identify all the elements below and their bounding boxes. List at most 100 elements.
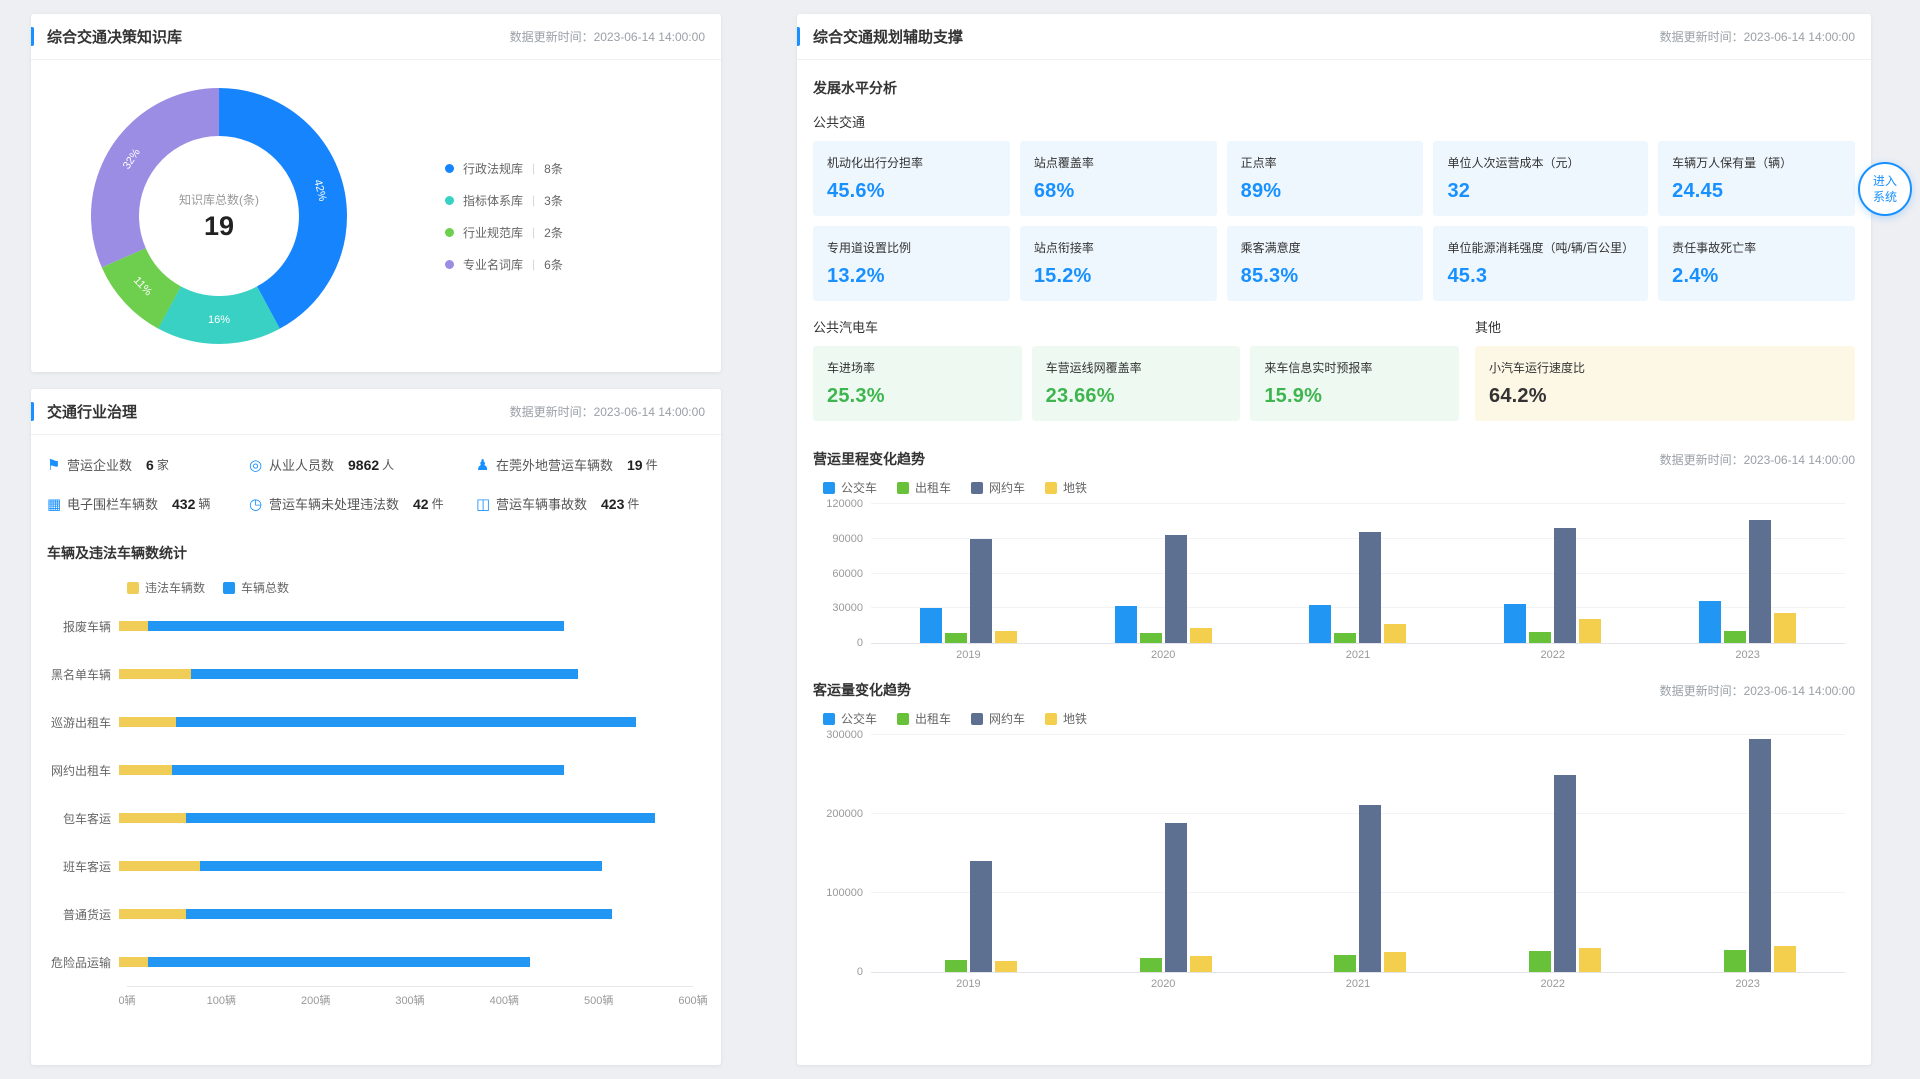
bar-公交车: [1504, 604, 1526, 643]
legend-swatch: [1045, 713, 1057, 725]
bar-出租车: [1724, 950, 1746, 972]
y-axis-tick: 120000: [826, 498, 863, 510]
legend-label: 行业规范库: [463, 224, 523, 241]
total-vehicles-bar: [148, 621, 564, 631]
metric-label: 小汽车运行速度比: [1489, 359, 1841, 376]
bus-group: 公共汽电车 车进场率25.3%车营运线网覆盖率23.66%来车信息实时预报率15…: [813, 317, 1459, 421]
bar-group: [1504, 735, 1601, 972]
panel-title: 综合交通规划辅助支撑: [813, 26, 963, 47]
metric-label: 正点率: [1241, 154, 1410, 171]
bar-出租车: [1140, 633, 1162, 643]
vehicle-chart-title: 车辆及违法车辆数统计: [31, 519, 721, 567]
x-axis-category: 2019: [956, 649, 980, 661]
other-group: 其他 小汽车运行速度比64.2%: [1475, 317, 1855, 421]
legend-label: 指标体系库: [463, 192, 523, 209]
x-axis-tick: 300辆: [395, 992, 424, 1008]
total-vehicles-bar: [186, 909, 612, 919]
donut-legend: 行政法规库|8条指标体系库|3条行业规范库|2条专业名词库|6条: [445, 160, 563, 273]
stat-item: ⚑营运企业数6家: [47, 455, 237, 474]
bar-网约车: [1165, 823, 1187, 972]
metric-value: 13.2%: [827, 265, 996, 288]
legend-separator: |: [532, 225, 535, 239]
planning-panel-header: 综合交通规划辅助支撑 数据更新时间：2023-06-14 14:00:00: [797, 14, 1871, 60]
bar-地铁: [995, 961, 1017, 972]
legend-swatch: [897, 713, 909, 725]
legend-color-dot: [445, 164, 454, 173]
metric-card: 车营运线网覆盖率23.66%: [1032, 346, 1241, 421]
legend-item[interactable]: 网约车: [971, 710, 1025, 727]
bar-地铁: [995, 631, 1017, 643]
x-axis-tick: 400辆: [490, 992, 519, 1008]
legend-count: 3条: [544, 192, 563, 209]
y-axis-tick: 200000: [826, 808, 863, 820]
legend-label: 出租车: [915, 479, 951, 496]
legend-swatch: [1045, 482, 1057, 494]
passenger-chart-plot: 0100000200000300000: [871, 735, 1845, 973]
passenger-chart-head: 客运量变化趋势 数据更新时间：2023-06-14 14:00:00: [813, 680, 1855, 700]
legend-item[interactable]: 地铁: [1045, 479, 1087, 496]
legend-item[interactable]: 地铁: [1045, 710, 1087, 727]
x-axis-category: 2023: [1735, 649, 1759, 661]
mileage-chart-plot: 0300006000090000120000: [871, 504, 1845, 644]
donut-chart: 42%16%11%32% 知识库总数(条) 19: [85, 82, 353, 350]
bar-row: 巡游出租车: [47, 698, 693, 746]
metric-value: 64.2%: [1489, 385, 1841, 408]
bar-group: [1504, 504, 1601, 643]
mileage-chart-title: 营运里程变化趋势: [813, 449, 925, 469]
enter-system-button[interactable]: 进入 系统: [1858, 162, 1912, 216]
metric-value: 68%: [1034, 180, 1203, 203]
legend-item[interactable]: 网约车: [971, 479, 1025, 496]
stat-unit: 家: [157, 456, 169, 473]
legend-item[interactable]: 行政法规库|8条: [445, 160, 563, 177]
other-metrics: 小汽车运行速度比 64.2%: [1475, 346, 1855, 421]
metric-label: 责任事故死亡率: [1672, 239, 1841, 256]
clock-icon: ◷: [249, 495, 269, 513]
legend-item[interactable]: 指标体系库|3条: [445, 192, 563, 209]
illegal-vehicles-bar: [119, 909, 186, 919]
bar-网约车: [1165, 535, 1187, 643]
metric-label: 单位人次运营成本（元）: [1447, 154, 1634, 171]
legend-item[interactable]: 行业规范库|2条: [445, 224, 563, 241]
legend-item[interactable]: 出租车: [897, 479, 951, 496]
passenger-chart-block: 客运量变化趋势 数据更新时间：2023-06-14 14:00:00 公交车 出租…: [797, 680, 1871, 995]
bar-公交车: [1309, 605, 1331, 643]
x-axis-category: 2021: [1346, 649, 1370, 661]
metric-value: 25.3%: [827, 385, 1008, 408]
passenger-chart-title: 客运量变化趋势: [813, 680, 911, 700]
bar-track: [119, 669, 693, 679]
bar-出租车: [1334, 633, 1356, 643]
legend-swatch: [823, 713, 835, 725]
bar-track: [119, 717, 693, 727]
bar-category-label: 黑名单车辆: [47, 666, 119, 683]
bar-group: [920, 735, 1017, 972]
stat-unit: 辆: [198, 495, 210, 512]
bar-track: [119, 861, 693, 871]
total-vehicles-bar: [186, 813, 655, 823]
vehicle-bar-chart: 违法车辆数车辆总数 报废车辆黑名单车辆巡游出租车网约出租车包车客运班车客运普通货…: [31, 567, 721, 1008]
legend-item[interactable]: 违法车辆数: [127, 579, 205, 596]
legend-item[interactable]: 公交车: [823, 710, 877, 727]
metric-label: 来车信息实时预报率: [1264, 359, 1445, 376]
metric-card: 乘客满意度85.3%: [1227, 226, 1424, 301]
stat-unit: 人: [382, 456, 394, 473]
passenger-chart-x-labels: 20192020202120222023: [871, 973, 1845, 995]
legend-item[interactable]: 公交车: [823, 479, 877, 496]
bar-出租车: [1529, 632, 1551, 643]
legend-swatch: [823, 482, 835, 494]
legend-item[interactable]: 车辆总数: [223, 579, 289, 596]
metric-label: 站点衔接率: [1034, 239, 1203, 256]
metric-card: 站点覆盖率68%: [1020, 141, 1217, 216]
metric-label: 车辆万人保有量（辆）: [1672, 154, 1841, 171]
bar-出租车: [1724, 631, 1746, 643]
bar-地铁: [1190, 956, 1212, 972]
legend-item[interactable]: 出租车: [897, 710, 951, 727]
metric-label: 乘客满意度: [1241, 239, 1410, 256]
total-vehicles-bar: [200, 861, 602, 871]
stat-label: 营运企业数: [67, 455, 132, 474]
legend-label: 地铁: [1063, 479, 1087, 496]
metric-value: 15.2%: [1034, 265, 1203, 288]
bar-group: [1115, 735, 1212, 972]
stat-label: 从业人员数: [269, 455, 334, 474]
knowledge-donut-chart: 42%16%11%32% 知识库总数(条) 19 行政法规库|8条指标体系库|3…: [31, 60, 721, 350]
legend-item[interactable]: 专业名词库|6条: [445, 256, 563, 273]
